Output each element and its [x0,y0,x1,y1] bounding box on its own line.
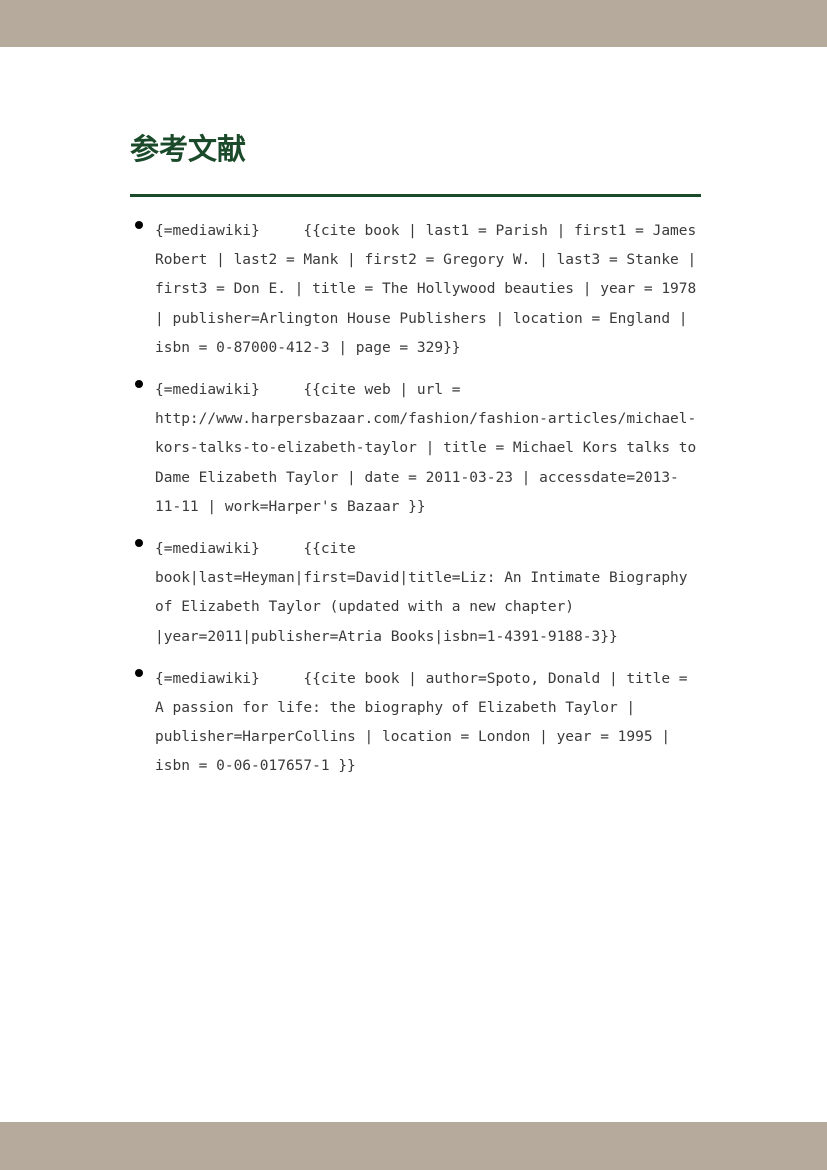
reference-list: {=mediawiki} {{cite book | last1 = Paris… [130,217,701,782]
page-content: 参考文献 {=mediawiki} {{cite book | last1 = … [130,128,701,802]
list-item: {=mediawiki} {{cite book | author=Spoto,… [130,665,701,782]
list-item: {=mediawiki} {{cite book|last=Heyman|fir… [130,535,701,652]
top-band [0,0,827,47]
heading-rule [130,194,701,197]
bullet-icon [135,668,143,677]
bottom-band [0,1122,827,1170]
page-title: 参考文献 [130,132,247,166]
list-item: {=mediawiki} {{cite book | last1 = Paris… [130,217,701,363]
reference-text: {=mediawiki} {{cite book|last=Heyman|fir… [155,541,697,645]
list-item: {=mediawiki} {{cite web | url = http://w… [130,376,701,522]
reference-text: {=mediawiki} {{cite web | url = http://w… [155,382,705,515]
bullet-icon [135,380,143,389]
bullet-icon [135,539,143,548]
reference-text: {=mediawiki} {{cite book | author=Spoto,… [155,670,697,775]
reference-text: {=mediawiki} {{cite book | last1 = Paris… [155,223,705,356]
bullet-icon [135,221,143,229]
